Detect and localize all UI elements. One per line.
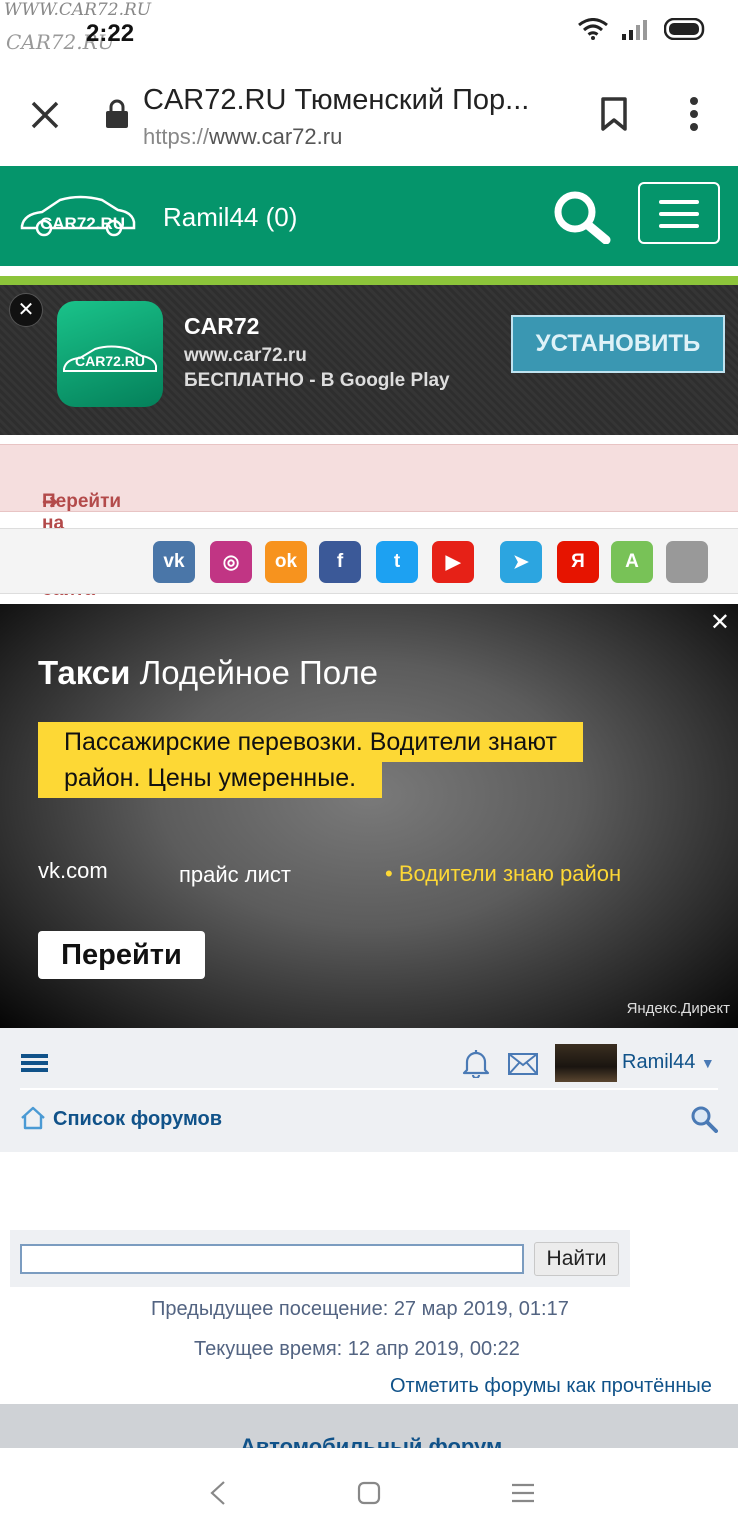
ad-title[interactable]: Такси Лодейное Поле <box>38 654 378 692</box>
app-icon-text: CAR72.RU <box>75 353 146 369</box>
battery-icon <box>664 18 705 40</box>
site-menu-button[interactable] <box>638 182 720 244</box>
system-nav-bar <box>0 1448 738 1536</box>
username-menu[interactable]: Ramil44 ▼ <box>622 1051 715 1074</box>
ad-link-drivers[interactable]: • Водители знаю район <box>385 861 621 887</box>
facebook-icon[interactable]: f <box>319 541 361 583</box>
recents-icon[interactable] <box>511 1483 535 1503</box>
url-address[interactable]: https://www.car72.ru <box>143 124 342 150</box>
header-accent-stripe <box>0 276 738 285</box>
install-button[interactable]: УСТАНОВИТЬ <box>511 315 725 373</box>
app-price: БЕСПЛАТНО - В Google Play <box>184 370 450 391</box>
clock: 2:22 <box>86 20 135 47</box>
username: Ramil44 <box>622 1051 696 1073</box>
yandex-ad[interactable]: ✕ Такси Лодейное Поле Пассажирские перев… <box>0 604 738 1028</box>
yandex-icon[interactable]: Я <box>557 541 599 583</box>
forum-nav-divider <box>20 1088 718 1090</box>
last-visit-text: Предыдущее посещение: 27 мар 2019, 01:17 <box>151 1298 569 1320</box>
ad-source-label[interactable]: Яндекс.Директ <box>627 1000 730 1017</box>
forum-search-box: Найти <box>10 1230 630 1287</box>
status-bar: WWW.CAR72.RU CAR72.RU 2:22 <box>0 0 738 66</box>
forum-menu-icon[interactable] <box>0 1028 60 1088</box>
vk-icon[interactable]: vk <box>153 541 195 583</box>
bell-icon[interactable] <box>462 1048 490 1078</box>
forum-nav-bar: Ramil44 ▼ Список форумов <box>0 1028 738 1152</box>
user-link[interactable]: Ramil44 (0) <box>163 202 297 233</box>
browser-url-bar: CAR72.RU Тюменский Пор... https://www.ca… <box>0 66 738 166</box>
ad-link-vk[interactable]: vk.com <box>38 858 108 884</box>
bookmark-icon[interactable] <box>600 96 628 132</box>
mail-icon[interactable] <box>508 1053 538 1075</box>
youtube-icon[interactable]: ▶ <box>432 541 474 583</box>
avatar[interactable] <box>555 1044 617 1082</box>
ad-link-pricelist[interactable]: прайс лист <box>179 862 291 888</box>
page-title[interactable]: CAR72.RU Тюменский Пор... <box>143 84 529 117</box>
forum-search-input[interactable] <box>20 1244 524 1274</box>
url-host: www.car72.ru <box>209 124 343 149</box>
arrow-right-icon: ➜ <box>42 492 58 513</box>
home-button-icon[interactable] <box>357 1481 381 1505</box>
wifi-icon <box>578 18 608 40</box>
ad-text: Пассажирские перевозки. Водители знают р… <box>38 722 628 798</box>
ad-go-button[interactable]: Перейти <box>38 931 205 979</box>
ad-title-bold: Такси <box>38 654 131 691</box>
header-divider <box>0 266 738 276</box>
android-icon[interactable]: A <box>611 541 653 583</box>
caret-down-icon: ▼ <box>700 1055 715 1071</box>
url-protocol: https:// <box>143 124 210 149</box>
app-name: CAR72 <box>184 313 260 339</box>
status-icons <box>578 18 708 40</box>
back-icon[interactable] <box>209 1480 227 1506</box>
close-tab-icon[interactable] <box>30 100 60 130</box>
forum-list-link[interactable]: Список форумов <box>53 1108 222 1131</box>
forum-category-header: Автомобильный форум <box>0 1404 738 1459</box>
twitter-icon[interactable]: t <box>376 541 418 583</box>
logo-text: CAR72.RU <box>40 214 126 233</box>
search-submit-button[interactable]: Найти <box>534 1242 619 1276</box>
full-version-bar: Перейти на полную версию сайта ➜ <box>0 444 738 600</box>
ad-close-icon[interactable]: ✕ <box>710 608 730 637</box>
app-icon[interactable]: CAR72.RU <box>57 301 163 407</box>
app-url: www.car72.ru <box>184 345 307 366</box>
mark-read-link[interactable]: Отметить форумы как прочтённые <box>390 1375 712 1398</box>
site-header: CAR72.RU Ramil44 (0) <box>0 166 738 266</box>
signal-icon <box>622 20 647 40</box>
ad-text-highlight: Пассажирские перевозки. Водители знают р… <box>38 722 583 798</box>
watermark-text: WWW.CAR72.RU <box>4 0 152 20</box>
apple-icon[interactable] <box>666 541 708 583</box>
banner-close-button[interactable]: ✕ <box>9 293 43 327</box>
ad-title-rest: Лодейное Поле <box>130 654 378 691</box>
social-links-bar: vk ◎ ok f t ▶ ➤ Я A <box>0 528 738 594</box>
current-time-text: Текущее время: 12 апр 2019, 00:22 <box>194 1338 520 1360</box>
site-logo[interactable]: CAR72.RU <box>18 190 138 245</box>
forum-search-icon[interactable] <box>690 1105 718 1133</box>
lock-icon[interactable] <box>105 99 129 129</box>
search-icon[interactable] <box>550 188 612 244</box>
instagram-icon[interactable]: ◎ <box>210 541 252 583</box>
odnoklassniki-icon[interactable]: ok <box>265 541 307 583</box>
home-icon[interactable] <box>20 1106 46 1130</box>
telegram-icon[interactable]: ➤ <box>500 541 542 583</box>
more-vert-icon[interactable] <box>688 96 700 132</box>
app-install-banner: ✕ CAR72.RU CAR72 www.car72.ru БЕСПЛАТНО … <box>0 285 738 435</box>
